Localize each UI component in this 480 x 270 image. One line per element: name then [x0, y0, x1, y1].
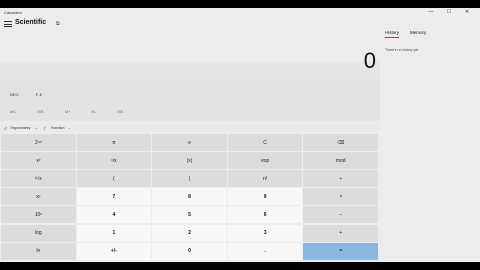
key-r1-c1[interactable]: ¹/x — [76, 152, 152, 170]
key-r5-c1[interactable]: 1 — [76, 224, 152, 242]
key-r0-c4[interactable]: ⌫ — [303, 134, 378, 152]
trigonometry-icon: ◿ — [4, 126, 7, 130]
key-r1-c2[interactable]: |x| — [152, 152, 227, 170]
tab-history[interactable]: History — [385, 30, 399, 35]
mc-button[interactable]: MC — [10, 109, 16, 114]
key-r2-c3[interactable]: n! — [227, 170, 303, 188]
app-title: Calculator — [4, 10, 23, 15]
key-r2-c1[interactable]: ( — [76, 170, 152, 188]
keep-on-top-icon[interactable]: ⧉ — [56, 21, 60, 27]
key-r5-c0[interactable]: log — [1, 224, 76, 242]
m-plus-button[interactable]: M+ — [65, 109, 71, 114]
m-minus-button[interactable]: M- — [92, 109, 97, 114]
key-r2-c2[interactable]: ) — [152, 170, 227, 188]
function-toolbar: ◿ Trigonometry ⌄ ƒ Function ⌄ — [0, 123, 380, 132]
key-r2-c0[interactable]: ²√x — [1, 170, 76, 188]
function-dropdown[interactable]: Function — [51, 126, 64, 130]
calculator-window: Calculator — ☐ ✕ Scientific ⧉ 0 DEG F-E … — [0, 8, 480, 262]
title-bar: Calculator — ☐ ✕ — [0, 8, 480, 18]
key-r1-c0[interactable]: x² — [1, 152, 76, 170]
key-r0-c1[interactable]: π — [76, 134, 152, 152]
angle-row: DEG F-E — [10, 92, 58, 97]
key-r6-c4[interactable]: = — [303, 242, 378, 260]
key-r5-c4[interactable]: + — [303, 224, 378, 242]
key-r3-c0[interactable]: xʸ — [1, 188, 76, 206]
menu-icon[interactable] — [4, 21, 12, 27]
key-r3-c3[interactable]: 9 — [227, 188, 303, 206]
display-band — [0, 80, 380, 120]
key-r6-c3[interactable]: . — [227, 242, 303, 260]
keypad: 2ⁿᵈ π e C ⌫ x² ¹/x |x| exp mod ²√x() n! ÷ xʸ 7 8 9 × 10ˣ 4 5… — [1, 134, 379, 261]
bottom-bar — [0, 262, 480, 270]
maximize-button[interactable]: ☐ — [442, 9, 456, 16]
key-r5-c2[interactable]: 2 — [152, 224, 227, 242]
memory-row: MC MR M+ M- MS — [10, 109, 143, 114]
deg-button[interactable]: DEG — [10, 92, 19, 97]
fe-button[interactable]: F-E — [36, 92, 42, 97]
display-value: 0 — [363, 48, 376, 73]
history-empty-text: There's no history yet — [385, 48, 419, 52]
key-r4-c2[interactable]: 5 — [152, 206, 227, 224]
key-r1-c3[interactable]: exp — [227, 152, 303, 170]
key-r0-c2[interactable]: e — [152, 134, 227, 152]
key-r6-c1[interactable]: +/- — [76, 242, 152, 260]
key-r6-c2[interactable]: 0 — [152, 242, 227, 260]
function-icon: ƒ — [44, 126, 46, 130]
tab-indicator — [385, 37, 399, 38]
chevron-down-icon: ⌄ — [35, 126, 38, 130]
chevron-down-icon: ⌄ — [68, 126, 71, 130]
trigonometry-dropdown[interactable]: Trigonometry — [10, 126, 31, 130]
mode-title: Scientific — [15, 19, 47, 26]
key-r5-c3[interactable]: 3 — [227, 224, 303, 242]
key-r4-c4[interactable]: − — [303, 206, 378, 224]
close-button[interactable]: ✕ — [460, 9, 474, 16]
key-r2-c4[interactable]: ÷ — [303, 170, 378, 188]
key-r3-c4[interactable]: × — [303, 188, 378, 206]
tab-memory[interactable]: Memory — [410, 30, 426, 35]
history-panel: History Memory There's no history yet — [380, 18, 480, 262]
mr-button[interactable]: MR — [37, 109, 43, 114]
key-r4-c3[interactable]: 6 — [227, 206, 303, 224]
minimize-button[interactable]: — — [424, 9, 438, 16]
key-r4-c1[interactable]: 4 — [76, 206, 152, 224]
key-r3-c1[interactable]: 7 — [76, 188, 152, 206]
ms-button[interactable]: MS — [117, 109, 123, 114]
key-r0-c3[interactable]: C — [227, 134, 303, 152]
key-r6-c0[interactable]: ln — [1, 242, 76, 260]
key-r4-c0[interactable]: 10ˣ — [1, 206, 76, 224]
key-r0-c0[interactable]: 2ⁿᵈ — [1, 134, 76, 152]
key-r3-c2[interactable]: 8 — [152, 188, 227, 206]
key-r1-c4[interactable]: mod — [303, 152, 378, 170]
